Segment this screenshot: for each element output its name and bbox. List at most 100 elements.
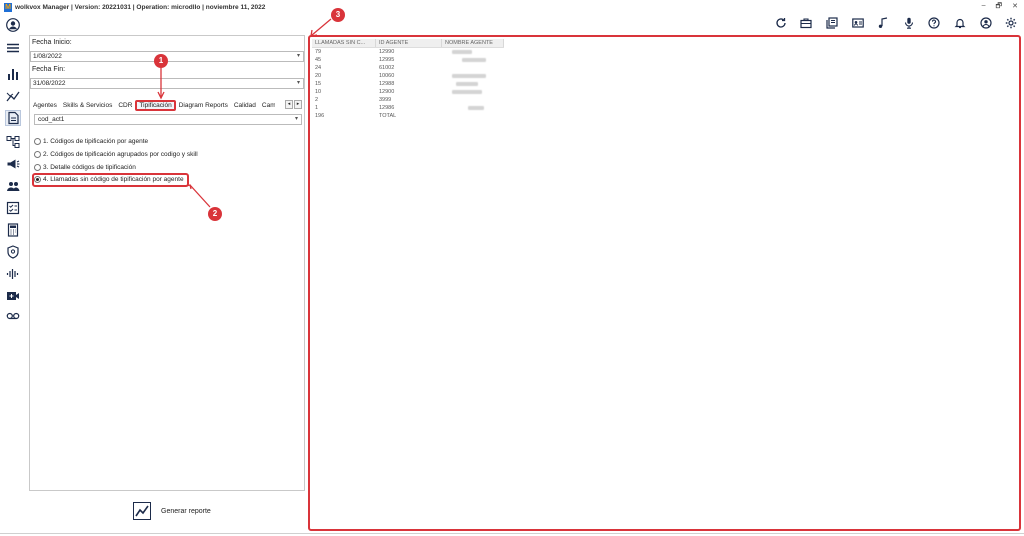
cell-id-agente: 3999: [379, 97, 392, 103]
table-row[interactable]: 10 12900: [312, 88, 504, 96]
cell-llamadas: 2: [315, 97, 319, 103]
chevron-down-icon[interactable]: ▾: [297, 79, 300, 88]
cell-id-agente: 61002: [379, 65, 395, 71]
fecha-fin-label: Fecha Fin:: [32, 66, 66, 73]
shield-icon[interactable]: [5, 244, 21, 260]
music-icon[interactable]: [876, 16, 890, 30]
trend-icon[interactable]: [5, 88, 21, 104]
book-icon[interactable]: [825, 16, 839, 30]
restore-button[interactable]: 🗗: [996, 2, 1003, 13]
redacted-name: [452, 74, 486, 78]
cell-id-agente: 12995: [379, 57, 395, 63]
cell-llamadas: 45: [315, 57, 322, 63]
tab-cam[interactable]: Cam: [259, 101, 275, 111]
column-header-id-agente[interactable]: ID AGENTE: [376, 39, 442, 47]
report-option-label: 2. Códigos de tipificación agrupados por…: [43, 151, 198, 158]
report-option-2[interactable]: 2. Códigos de tipificación agrupados por…: [34, 151, 198, 158]
bell-icon[interactable]: [953, 16, 967, 30]
report-option-1[interactable]: 1. Códigos de tipificación por agente: [34, 138, 148, 145]
report-option-label: 3. Detalle códigos de tipificación: [43, 164, 136, 171]
briefcase-icon[interactable]: [799, 16, 813, 30]
radio-button[interactable]: [34, 151, 41, 158]
column-header-nombre-agente[interactable]: NOMBRE AGENTE: [442, 39, 504, 47]
cell-nombre-agente-redacted: [442, 48, 504, 56]
table-row[interactable]: 24 61002: [312, 64, 504, 72]
tab-skills-servicios[interactable]: Skills & Servicios: [60, 101, 115, 111]
chevron-down-icon[interactable]: ▾: [297, 52, 300, 61]
tab-scroll-right-icon[interactable]: ▸: [294, 100, 302, 109]
radio-button-selected[interactable]: [34, 176, 41, 183]
contact-card-icon[interactable]: [851, 16, 865, 30]
tab-diagram-reports[interactable]: Diagram Reports: [176, 101, 231, 111]
chevron-down-icon[interactable]: ▾: [295, 115, 298, 124]
column-header-llamadas[interactable]: LLAMADAS SIN C...: [312, 39, 376, 47]
video-icon[interactable]: [5, 288, 21, 304]
table-row[interactable]: 45 12995: [312, 56, 504, 64]
flow-icon[interactable]: [5, 134, 21, 150]
close-button[interactable]: ✕: [1012, 2, 1018, 13]
refresh-icon[interactable]: [774, 16, 788, 30]
bar-chart-icon[interactable]: [5, 66, 21, 82]
cell-llamadas: 10: [315, 89, 322, 95]
cell-id-agente: 10060: [379, 73, 395, 79]
fecha-fin-field[interactable]: 31/08/2022 ▾: [30, 78, 304, 89]
report-option-3[interactable]: 3. Detalle códigos de tipificación: [34, 164, 136, 171]
cell-nombre-agente-redacted: [442, 88, 504, 96]
tab-scroll-left-icon[interactable]: ◂: [285, 100, 293, 109]
cell-llamadas: 79: [315, 49, 322, 55]
menu-icon[interactable]: [5, 40, 21, 56]
table-row[interactable]: 15 12988: [312, 80, 504, 88]
radio-button[interactable]: [34, 138, 41, 145]
bottom-border: [0, 533, 1024, 534]
radio-button[interactable]: [34, 164, 41, 171]
redacted-name: [468, 106, 484, 110]
tab-cdr[interactable]: CDR: [115, 101, 135, 111]
table-row[interactable]: 1 12986: [312, 104, 504, 112]
user-icon[interactable]: [5, 17, 21, 33]
minimize-button[interactable]: –: [982, 2, 986, 13]
generate-report-button[interactable]: Generar reporte: [133, 502, 211, 520]
table-row[interactable]: 196 TOTAL: [312, 112, 504, 120]
cell-id-agente: 12990: [379, 49, 395, 55]
redacted-name: [462, 58, 486, 62]
cell-nombre-agente-redacted: [442, 104, 504, 112]
title-bar: M wolkvox Manager | Version: 20221031 | …: [0, 0, 1024, 14]
checklist-icon[interactable]: [5, 200, 21, 216]
audio-icon[interactable]: [5, 266, 21, 282]
table-row[interactable]: 79 12990: [312, 48, 504, 56]
report-config-panel: Fecha Inicio: 1/08/2022 ▾ Fecha Fin: 31/…: [29, 35, 305, 520]
line-chart-icon: [133, 502, 151, 520]
tipificacion-select[interactable]: cod_act1 ▾: [34, 114, 302, 125]
redacted-name: [452, 50, 472, 54]
cell-llamadas: 1: [315, 105, 319, 111]
cell-llamadas: 24: [315, 65, 322, 71]
cell-nombre-agente-redacted: [442, 96, 504, 104]
fecha-inicio-label: Fecha Inicio:: [32, 39, 72, 46]
help-icon[interactable]: [927, 16, 941, 30]
voicemail-icon[interactable]: [5, 308, 21, 324]
settings-icon[interactable]: [1004, 16, 1018, 30]
annotation-badge-3: 3: [331, 8, 345, 22]
table-row[interactable]: 20 10060: [312, 72, 504, 80]
results-panel: LLAMADAS SIN C... ID AGENTE NOMBRE AGENT…: [308, 35, 1021, 531]
table-row[interactable]: 2 3999: [312, 96, 504, 104]
cell-id-agente: 12988: [379, 81, 395, 87]
report-option-4[interactable]: 4. Llamadas sin código de tipificación p…: [34, 176, 184, 183]
cell-llamadas: 15: [315, 81, 322, 87]
report-option-label: 4. Llamadas sin código de tipificación p…: [43, 176, 184, 183]
left-navigation: [0, 14, 26, 536]
report-option-label: 1. Códigos de tipificación por agente: [43, 138, 149, 145]
cell-id-agente: 12986: [379, 105, 395, 111]
report-icon[interactable]: [5, 110, 21, 126]
tab-agentes[interactable]: Agentes: [30, 101, 60, 111]
mic-icon[interactable]: [902, 16, 916, 30]
table-header: LLAMADAS SIN C... ID AGENTE NOMBRE AGENT…: [312, 39, 504, 48]
annotation-badge-1: 1: [154, 54, 168, 68]
calculator-icon[interactable]: [5, 222, 21, 238]
agents-icon[interactable]: [5, 178, 21, 194]
tab-tipificacion[interactable]: Tipificación: [135, 100, 176, 111]
cell-nombre-agente-redacted: [442, 72, 504, 80]
tab-calidad[interactable]: Calidad: [231, 101, 259, 111]
campaign-icon[interactable]: [5, 156, 21, 172]
account-icon[interactable]: [979, 16, 993, 30]
